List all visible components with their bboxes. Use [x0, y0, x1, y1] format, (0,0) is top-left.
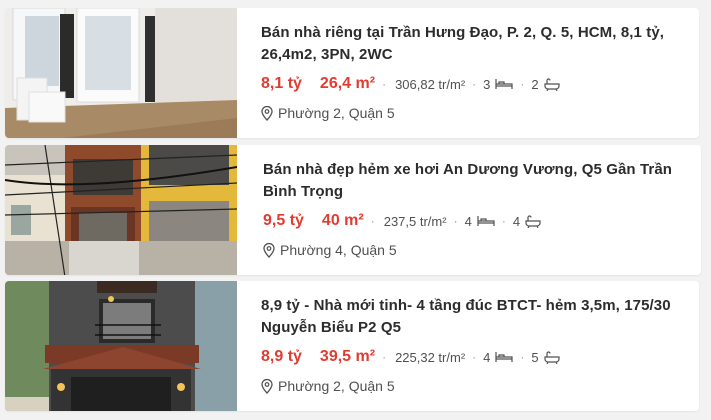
location-pin-icon	[261, 378, 273, 394]
bathtub-icon	[525, 214, 541, 228]
listing-card[interactable]: Bán nhà đẹp hẻm xe hơi An Dương Vương, Q…	[5, 145, 701, 275]
bathroom-count-value: 2	[531, 76, 539, 92]
bedroom-count-value: 4	[464, 213, 472, 229]
bedroom-count-value: 3	[483, 76, 491, 92]
listing-location-text: Phường 4, Quận 5	[280, 242, 397, 258]
listing-photo[interactable]	[5, 8, 237, 138]
separator-dot: ·	[382, 350, 387, 364]
listing-meta: 8,1 tỷ 26,4 m² · 306,82 tr/m² · 3 · 2	[261, 72, 681, 96]
bathroom-count: 5	[531, 349, 560, 365]
bedroom-count: 4	[465, 214, 495, 229]
listing-photo[interactable]	[5, 145, 237, 275]
listing-card[interactable]: 8,9 tỷ - Nhà mới tinh- 4 tầng đúc BTCT- …	[5, 281, 699, 411]
listing-price-per-m2: 306,82 tr/m²	[395, 76, 466, 92]
listing-card[interactable]: Bán nhà riêng tại Trần Hưng Đạo, P. 2, Q…	[5, 8, 699, 138]
bedroom-count: 4	[483, 350, 513, 365]
listing-location-text: Phường 2, Quận 5	[278, 105, 395, 121]
bathroom-count-value: 5	[531, 349, 539, 365]
listing-photo[interactable]	[5, 281, 237, 411]
bathtub-icon	[544, 77, 560, 91]
listing-location: Phường 2, Quận 5	[261, 105, 681, 121]
listing-price: 9,5 tỷ	[263, 212, 304, 229]
listing-area: 26,4 m²	[319, 75, 376, 92]
bed-icon	[495, 78, 513, 90]
separator-dot: ·	[520, 350, 525, 364]
listing-meta: 9,5 tỷ 40 m² · 237,5 tr/m² · 4 · 4	[263, 209, 683, 233]
separator-dot: ·	[382, 77, 387, 91]
bedroom-count: 3	[483, 77, 513, 92]
listing-area: 39,5 m²	[319, 348, 376, 365]
separator-dot: ·	[472, 77, 477, 91]
listing-price-per-m2: 237,5 tr/m²	[383, 213, 447, 229]
listing-title[interactable]: Bán nhà riêng tại Trần Hưng Đạo, P. 2, Q…	[261, 22, 681, 66]
listing-location-text: Phường 2, Quận 5	[278, 378, 395, 394]
bed-icon	[477, 215, 495, 227]
listing-title[interactable]: Bán nhà đẹp hẻm xe hơi An Dương Vương, Q…	[263, 159, 683, 203]
separator-dot: ·	[453, 214, 458, 228]
location-pin-icon	[261, 105, 273, 121]
listing-area: 40 m²	[321, 212, 364, 229]
listing-price-per-m2: 225,32 tr/m²	[395, 349, 466, 365]
bathroom-count: 4	[513, 214, 541, 229]
location-pin-icon	[263, 242, 275, 258]
listing-title[interactable]: 8,9 tỷ - Nhà mới tinh- 4 tầng đúc BTCT- …	[261, 295, 681, 339]
bathroom-count-value: 4	[512, 213, 521, 229]
separator-dot: ·	[472, 350, 477, 364]
listing-list: Bán nhà riêng tại Trần Hưng Đạo, P. 2, Q…	[0, 0, 711, 420]
bedroom-count-value: 4	[483, 349, 491, 365]
separator-dot: ·	[370, 214, 375, 228]
listing-price: 8,9 tỷ	[261, 348, 302, 365]
listing-location: Phường 2, Quận 5	[261, 378, 681, 394]
bed-icon	[495, 351, 513, 363]
listing-meta: 8,9 tỷ 39,5 m² · 225,32 tr/m² · 4 · 5	[261, 345, 681, 369]
listing-price: 8,1 tỷ	[261, 75, 302, 92]
separator-dot: ·	[501, 214, 506, 228]
bathtub-icon	[544, 350, 560, 364]
listing-location: Phường 4, Quận 5	[263, 242, 683, 258]
bathroom-count: 2	[531, 76, 560, 92]
separator-dot: ·	[520, 77, 525, 91]
